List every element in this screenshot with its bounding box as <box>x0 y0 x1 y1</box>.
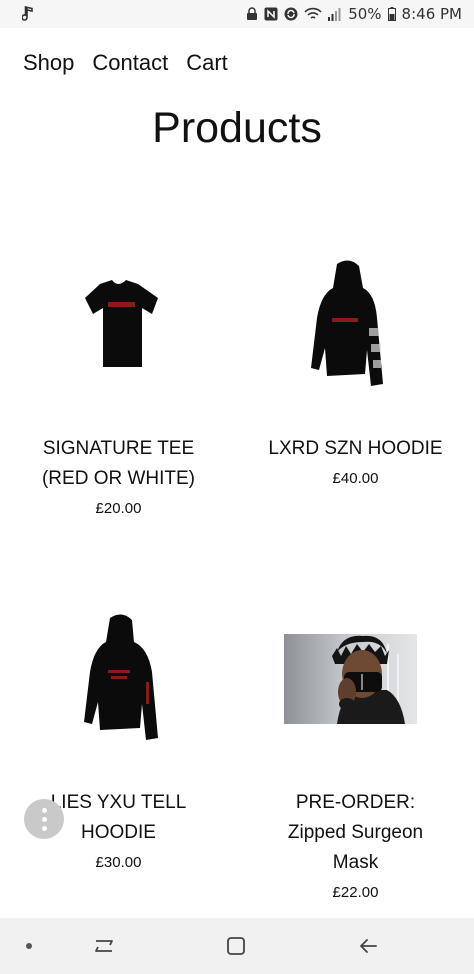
product-image-lies-yxu-tell-hoodie[interactable] <box>0 612 237 746</box>
product-name-line2[interactable]: (RED OR WHITE) <box>10 464 227 494</box>
recent-apps-icon[interactable] <box>86 918 122 974</box>
product-name[interactable]: PRE-ORDER: <box>247 788 464 818</box>
nav-shop-link[interactable]: Shop <box>23 50 74 76</box>
signal-icon <box>328 7 342 21</box>
nfc-icon <box>264 7 278 21</box>
battery-percent: 50% <box>348 5 382 23</box>
status-bar: 50% 8:46 PM <box>0 0 474 28</box>
product-image-lxrd-szn-hoodie[interactable] <box>237 258 474 394</box>
product-name-line2[interactable]: Zipped Surgeon <box>247 818 464 848</box>
product-price: £40.00 <box>332 470 379 487</box>
nav-cart-link[interactable]: Cart <box>186 50 228 76</box>
music-note-icon <box>22 6 36 22</box>
sync-icon <box>284 7 298 21</box>
product-price: £30.00 <box>95 854 142 871</box>
home-icon[interactable] <box>218 918 254 974</box>
product-name-line3[interactable]: Mask <box>247 848 464 878</box>
product-price: £22.00 <box>332 884 379 901</box>
product-image-zipped-surgeon-mask[interactable] <box>237 634 474 724</box>
system-navigation-bar <box>0 918 474 974</box>
product-name[interactable]: SIGNATURE TEE <box>10 434 227 464</box>
product-image-signature-tee[interactable] <box>0 270 237 380</box>
wifi-icon <box>304 7 322 21</box>
battery-icon <box>387 7 396 21</box>
product-name[interactable]: LXRD SZN HOODIE <box>247 434 464 464</box>
site-nav: Shop Contact Cart <box>23 50 228 76</box>
back-icon[interactable] <box>350 918 386 974</box>
product-price: £20.00 <box>95 500 142 517</box>
page-title: Products <box>152 104 322 152</box>
dot-icon <box>22 918 36 974</box>
more-vertical-icon <box>41 807 47 813</box>
clock: 8:46 PM <box>401 5 462 23</box>
nav-contact-link[interactable]: Contact <box>92 50 168 76</box>
lock-icon <box>246 7 258 21</box>
more-options-button[interactable] <box>24 799 64 839</box>
